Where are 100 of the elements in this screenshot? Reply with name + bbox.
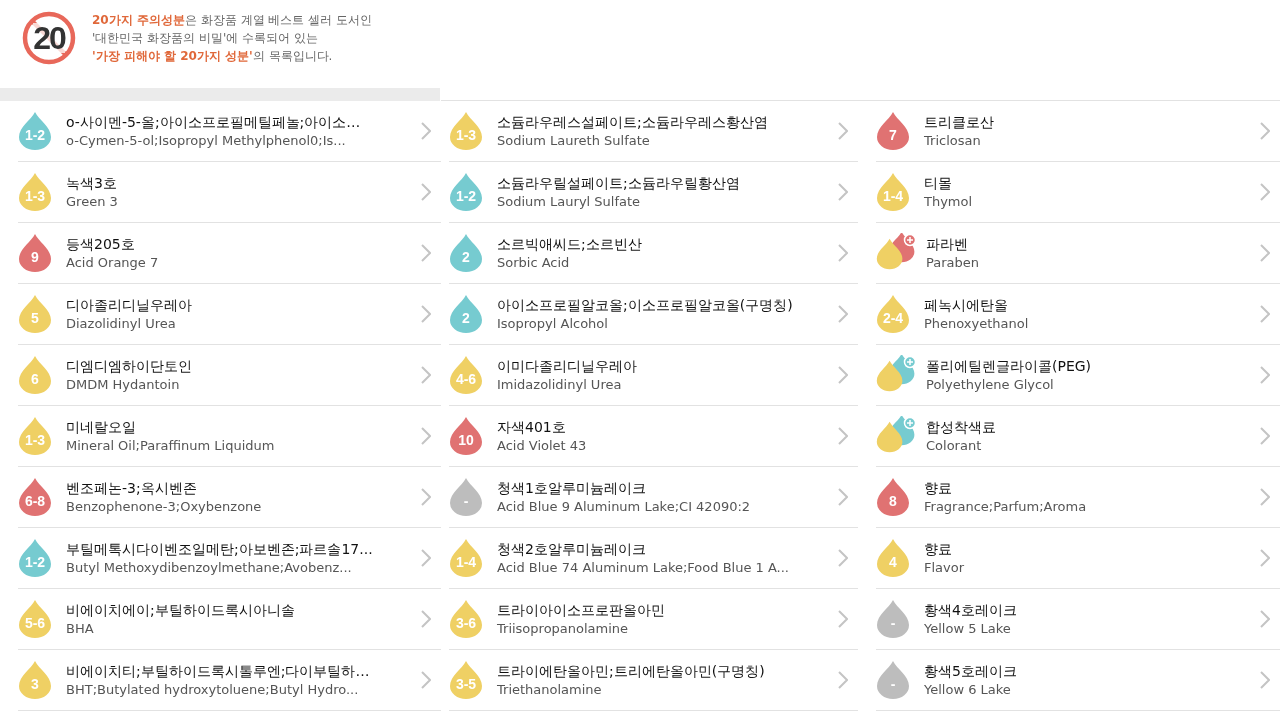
ingredient-english-name: Fragrance;Parfum;Aroma	[924, 497, 1088, 516]
ingredient-row[interactable]: 2 아이소프로필알코올;이소프로필알코올(구명칭) Isopropyl Alcohol	[449, 284, 858, 345]
chevron-icon	[421, 610, 431, 628]
chevron-icon	[421, 244, 431, 262]
ingredient-row[interactable]: 2-4 페녹시에탄올 Phenoxyethanol	[876, 284, 1280, 345]
ingredient-english-name: Triisopropanolamine	[497, 619, 630, 638]
score-drop: 5	[18, 294, 52, 334]
ingredient-row[interactable]: 6 디엠디엠하이단토인 DMDM Hydantoin	[18, 345, 441, 406]
intro-text: 20가지 주의성분은 화장품 계열 베스트 셀러 도서인	[92, 12, 372, 29]
ingredient-name: 트리클로산	[924, 112, 995, 132]
score-drop: 1-4	[449, 538, 483, 578]
ingredient-row[interactable]: 9 등색205호 Acid Orange 7	[18, 223, 441, 284]
score-drop: -	[876, 660, 910, 700]
score-drop: 1-3	[18, 416, 52, 456]
ingredient-name: 비에이치티;부틸하이드록시톨루엔;다이부틸하…	[66, 661, 371, 681]
ingredient-row[interactable]: 7 트리클로산 Triclosan	[876, 101, 1280, 162]
ingredient-name: 디엠디엠하이단토인	[66, 356, 193, 376]
ingredient-row[interactable]: 5-6 비에이치에이;부틸하이드록시아니솔 BHA	[18, 589, 441, 650]
chevron-icon	[1260, 366, 1270, 384]
ingredient-english-name: Polyethylene Glycol	[926, 375, 1055, 394]
chevron-icon	[838, 183, 848, 201]
ingredient-name: 청색2호알루미늄레이크	[497, 539, 647, 559]
chevron-icon	[421, 671, 431, 689]
ingredient-row[interactable]: 1-2 o-사이멘-5-올;아이소프로필메틸페놀;아이소… o-Cymen-5-ol;Isopropyl Methylphenol0;Is...	[18, 101, 441, 162]
chevron-icon	[838, 427, 848, 445]
ingredient-row[interactable]: 4 향료 Flavor	[876, 528, 1280, 589]
ingredient-row[interactable]: 1-3 녹색3호 Green 3	[18, 162, 441, 223]
score-drop: 3-6	[449, 599, 483, 639]
ingredient-row[interactable]: 6-8 벤조페논-3;옥시벤존 Benzophenone-3;Oxybenzone	[18, 467, 441, 528]
ingredient-english-name: o-Cymen-5-ol;Isopropyl Methylphenol0;Is...	[66, 131, 347, 150]
ingredient-english-name: Sodium Laureth Sulfate	[497, 131, 651, 150]
chevron-icon	[1260, 183, 1270, 201]
score-drop: -	[449, 477, 483, 517]
ingredient-english-name: Isopropyl Alcohol	[497, 314, 609, 333]
ingredient-row[interactable]: - 청색1호알루미늄레이크 Acid Blue 9 Aluminum Lake;CI 42090:2	[449, 467, 858, 528]
ingredient-name: 미네랄오일	[66, 417, 137, 437]
chevron-icon	[1260, 305, 1270, 323]
score-drop: 1-3	[18, 172, 52, 212]
intro-text: '대한민국 화장품의 비밀'에 수록되어 있는	[92, 30, 319, 47]
ingredient-english-name: Mineral Oil;Paraffinum Liquidum	[66, 436, 276, 455]
ingredient-row[interactable]: 1-3 미네랄오일 Mineral Oil;Paraffinum Liquidum	[18, 406, 441, 467]
chevron-icon	[838, 244, 848, 262]
ingredient-row[interactable]: 파라벤 Paraben	[876, 223, 1280, 284]
ingredient-row[interactable]: 3-5 트라이에탄올아민;트리에탄올아민(구명칭) Triethanolamine	[449, 650, 858, 711]
score-drop: -	[876, 599, 910, 639]
score-drop: 4	[876, 538, 910, 578]
ingredient-row[interactable]: 4-6 이미다졸리디닐우레아 Imidazolidinyl Urea	[449, 345, 858, 406]
ingredient-row[interactable]: 합성착색료 Colorant	[876, 406, 1280, 467]
score-drop: 6-8	[18, 477, 52, 517]
ingredient-name: 청색1호알루미늄레이크	[497, 478, 647, 498]
score-drop: 10	[449, 416, 483, 456]
ingredient-english-name: Phenoxyethanol	[924, 314, 1030, 333]
ingredient-row[interactable]: 1-3 소듐라우레스설페이트;소듐라우레스황산염 Sodium Laureth Sulfate	[449, 101, 858, 162]
ingredient-row[interactable]: - 황색4호레이크 Yellow 5 Lake	[876, 589, 1280, 650]
ingredient-row[interactable]: 10 자색401호 Acid Violet 43	[449, 406, 858, 467]
ingredient-name: 등색205호	[66, 234, 136, 254]
score-drop: 4-6	[449, 355, 483, 395]
ingredient-english-name: Triclosan	[924, 131, 982, 150]
ingredient-row[interactable]: 1-4 청색2호알루미늄레이크 Acid Blue 74 Aluminum Lake;Food Blue 1 A...	[449, 528, 858, 589]
ingredient-name: 향료	[924, 478, 953, 498]
score-drop: 1-3	[449, 111, 483, 151]
ingredient-name: 파라벤	[926, 234, 969, 254]
ingredient-name: 비에이치에이;부틸하이드록시아니솔	[66, 600, 296, 620]
ingredient-name: 합성착색료	[926, 417, 997, 437]
ingredient-row[interactable]: 8 향료 Fragrance;Parfum;Aroma	[876, 467, 1280, 528]
ingredient-name: 트라이에탄올아민;트리에탄올아민(구명칭)	[497, 661, 766, 681]
ingredient-row[interactable]: 폴리에틸렌글라이콜(PEG) Polyethylene Glycol	[876, 345, 1280, 406]
ingredient-name: 녹색3호	[66, 173, 118, 193]
ingredient-name: 황색5호레이크	[924, 661, 1018, 681]
ingredient-english-name: Colorant	[926, 436, 983, 455]
ingredient-english-name: Acid Blue 9 Aluminum Lake;CI 42090:2	[497, 497, 752, 516]
ingredient-english-name: Flavor	[924, 558, 966, 577]
ingredient-english-name: Acid Violet 43	[497, 436, 588, 455]
ingredient-name: 자색401호	[497, 417, 567, 437]
ingredient-row[interactable]: 5 디아졸리디닐우레아 Diazolidinyl Urea	[18, 284, 441, 345]
chevron-icon	[1260, 488, 1270, 506]
score-drop: 1-2	[18, 111, 52, 151]
chevron-icon	[1260, 671, 1270, 689]
chevron-icon	[421, 549, 431, 567]
ingredient-english-name: Imidazolidinyl Urea	[497, 375, 623, 394]
ingredient-english-name: Green 3	[66, 192, 119, 211]
score-drop: 2-4	[876, 294, 910, 334]
ingredient-name: 소르빅애씨드;소르빈산	[497, 234, 643, 254]
ingredient-english-name: BHT;Butylated hydroxytoluene;Butyl Hydro...	[66, 680, 360, 699]
ingredient-row[interactable]: 3-6 트라이아이소프로판올아민 Triisopropanolamine	[449, 589, 858, 650]
ingredient-name: 티몰	[924, 173, 953, 193]
chevron-icon	[838, 671, 848, 689]
ingredient-name: 황색4호레이크	[924, 600, 1018, 620]
ingredient-row[interactable]: 1-2 부틸메톡시다이벤조일메탄;아보벤존;파르솔17... Butyl Methoxydibenzoylmethane;Avobenz...	[18, 528, 441, 589]
score-drop: 3	[18, 660, 52, 700]
ingredient-row[interactable]: 3 비에이치티;부틸하이드록시톨루엔;다이부틸하… BHT;Butylated hydroxytoluene;Butyl Hydro...	[18, 650, 441, 711]
ingredient-row[interactable]: 1-2 소듐라우릴설페이트;소듐라우릴황산염 Sodium Lauryl Sulfate	[449, 162, 858, 223]
chevron-icon	[838, 305, 848, 323]
chevron-icon	[421, 488, 431, 506]
chevron-icon	[421, 366, 431, 384]
ingredient-english-name: Sodium Lauryl Sulfate	[497, 192, 642, 211]
ingredient-row[interactable]: 2 소르빅애씨드;소르빈산 Sorbic Acid	[449, 223, 858, 284]
ingredient-row[interactable]: 1-4 티몰 Thymol	[876, 162, 1280, 223]
ingredient-row[interactable]: - 황색5호레이크 Yellow 6 Lake	[876, 650, 1280, 711]
ingredient-name: 폴리에틸렌글라이콜(PEG)	[926, 356, 1093, 376]
